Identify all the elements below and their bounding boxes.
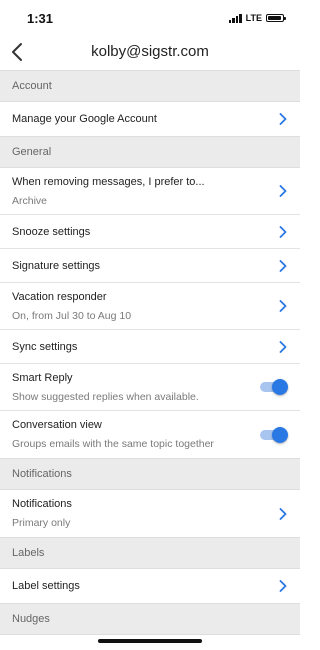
row-value: On, from Jul 30 to Aug 10	[12, 309, 132, 322]
chevron-right-icon	[279, 225, 287, 238]
row-label: Conversation view	[12, 419, 102, 431]
row-label: Signature settings	[12, 259, 101, 272]
conversation-view-item: Conversation view Groups emails with the…	[0, 411, 300, 458]
chevron-right-icon	[279, 259, 287, 272]
removing-messages-item[interactable]: When removing messages, I prefer to... A…	[0, 168, 300, 215]
row-value: Archive	[12, 194, 48, 207]
row-label: Snooze settings	[12, 225, 91, 238]
row-label: Smart Reply	[12, 371, 73, 384]
toggle-knob	[272, 426, 288, 443]
signature-settings-item[interactable]: Signature settings	[0, 249, 300, 283]
sync-settings-item[interactable]: Sync settings	[0, 330, 300, 364]
status-time: 1:31	[27, 11, 54, 26]
conversation-view-toggle[interactable]	[260, 426, 288, 443]
manage-google-account-item[interactable]: Manage your Google Account	[0, 102, 300, 136]
toggle-knob	[272, 379, 288, 395]
chevron-right-icon	[279, 113, 287, 125]
section-header-general: General	[0, 136, 300, 168]
smart-reply-toggle[interactable]	[260, 379, 288, 395]
header: kolby@sigstr.com	[0, 34, 300, 70]
row-label: Vacation responder	[12, 290, 107, 303]
row-label: Sync settings	[12, 340, 78, 353]
row-label: When removing messages, I prefer to...	[12, 175, 205, 188]
row-description: Show suggested replies when available.	[12, 390, 199, 403]
chevron-right-icon	[279, 340, 287, 353]
row-label: Manage your Google Account	[12, 113, 157, 125]
page-title: kolby@sigstr.com	[91, 43, 209, 60]
chevron-right-icon	[279, 185, 287, 197]
status-bar: 1:31 LTE	[0, 0, 300, 34]
settings-list: Account Manage your Google Account Gener…	[0, 70, 300, 635]
signal-icon	[228, 13, 242, 23]
vacation-responder-item[interactable]: Vacation responder On, from Jul 30 to Au…	[0, 283, 300, 330]
section-header-labels: Labels	[0, 537, 300, 569]
snooze-settings-item[interactable]: Snooze settings	[0, 215, 300, 249]
section-header-notifications: Notifications	[0, 458, 300, 490]
status-indicators: LTE	[228, 13, 286, 23]
battery-icon	[266, 14, 286, 22]
network-label: LTE	[245, 13, 262, 23]
chevron-right-icon	[279, 507, 287, 520]
section-header-account: Account	[0, 70, 300, 102]
row-value: Primary only	[12, 517, 71, 529]
section-header-nudges: Nudges	[0, 603, 300, 635]
chevron-right-icon	[279, 580, 287, 592]
row-label: Label settings	[12, 580, 80, 592]
row-description: Groups emails with the same topic togeth…	[12, 438, 214, 450]
label-settings-item[interactable]: Label settings	[0, 569, 300, 603]
chevron-right-icon	[279, 300, 287, 312]
smart-reply-item: Smart Reply Show suggested replies when …	[0, 364, 300, 411]
home-indicator	[98, 639, 202, 643]
notifications-item[interactable]: Notifications Primary only	[0, 490, 300, 537]
row-label: Notifications	[12, 498, 72, 510]
